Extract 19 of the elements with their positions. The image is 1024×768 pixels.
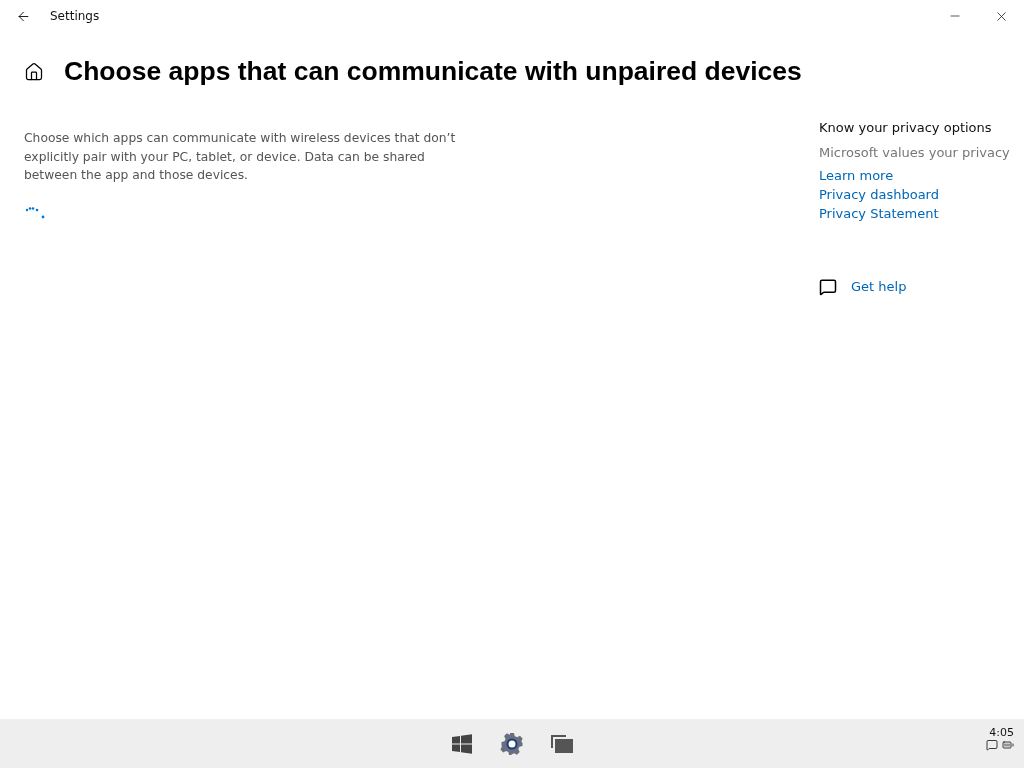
notification-icon[interactable] [986, 739, 998, 751]
privacy-link[interactable]: Learn more [819, 166, 894, 185]
side-panel-subtitle: Microsoft values your privacy [819, 145, 1011, 160]
gear-icon [500, 732, 524, 756]
clock-time[interactable]: 4:05 [989, 726, 1014, 739]
privacy-link[interactable]: Privacy Statement [819, 204, 939, 223]
get-help-link[interactable]: Get help [851, 277, 907, 296]
windows-stack-icon [551, 735, 573, 753]
windows-logo-icon [452, 734, 472, 754]
window-title: Settings [50, 9, 101, 23]
battery-icon[interactable] [1002, 739, 1014, 751]
page-heading: Choose apps that can communicate with unpaired devices [64, 56, 802, 87]
page-description: Choose which apps can communicate with wireless devices that don’t explicitly pair with your PC, tablet, or device. Data can be shared between the app and those devices. [24, 130, 457, 184]
privacy-link[interactable]: Privacy dashboard [819, 185, 939, 204]
side-panel-title: Know your privacy options [819, 120, 993, 135]
back-arrow-icon [15, 8, 31, 24]
help-chat-icon [819, 277, 837, 296]
loading-spinner-icon [24, 204, 46, 221]
home-icon[interactable] [24, 61, 44, 82]
